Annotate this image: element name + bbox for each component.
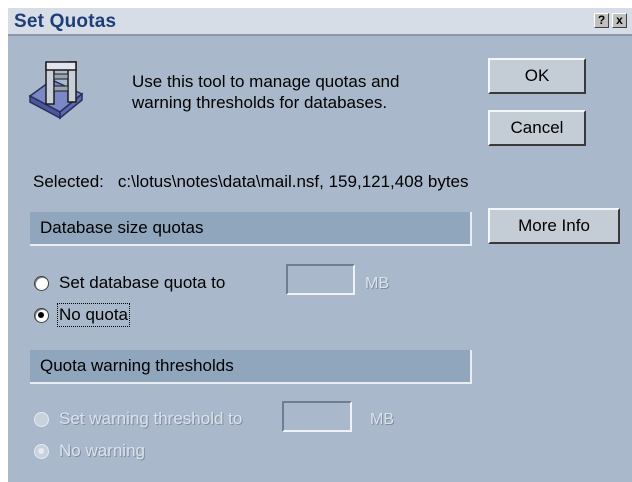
description-line-2: warning thresholds for databases. — [132, 93, 388, 112]
set-warning-option[interactable]: Set warning threshold to — [34, 408, 242, 430]
close-button[interactable]: x — [612, 13, 627, 28]
set-quotas-dialog: Set Quotas ? x Use this tool to manage q… — [8, 8, 632, 482]
no-warning-radio[interactable] — [34, 443, 49, 459]
warning-thresholds-header: Quota warning thresholds — [30, 350, 472, 384]
selected-database: Selected: c:\lotus\notes\data\mail.nsf, 1… — [33, 172, 469, 192]
set-quota-radio[interactable] — [34, 275, 49, 291]
set-quota-label: Set database quota to — [59, 273, 226, 292]
ok-button[interactable]: OK — [488, 58, 586, 94]
cancel-button[interactable]: Cancel — [488, 110, 586, 146]
no-warning-label: No warning — [59, 441, 145, 460]
window-title: Set Quotas — [14, 11, 117, 32]
quota-tool-icon — [28, 61, 84, 120]
no-quota-option[interactable]: No quota — [34, 303, 130, 327]
quota-size-input[interactable] — [286, 264, 355, 295]
set-warning-label: Set warning threshold to — [59, 409, 243, 428]
no-quota-radio[interactable] — [34, 307, 49, 323]
selected-value: c:\lotus\notes\data\mail.nsf, 159,121,40… — [117, 172, 469, 191]
set-warning-radio[interactable] — [34, 411, 49, 427]
no-warning-option[interactable]: No warning — [34, 440, 145, 462]
no-quota-label: No quota — [57, 303, 130, 327]
size-quotas-header: Database size quotas — [30, 212, 472, 246]
description-line-1: Use this tool to manage quotas and — [132, 72, 400, 91]
selected-label: Selected: — [33, 172, 104, 191]
quota-unit-label: MB — [365, 275, 389, 292]
more-info-button[interactable]: More Info — [488, 208, 620, 244]
help-button[interactable]: ? — [594, 13, 609, 28]
warning-unit-label: MB — [370, 411, 394, 428]
warning-threshold-input[interactable] — [282, 401, 352, 432]
tool-description: Use this tool to manage quotas and warni… — [132, 71, 472, 113]
title-bar[interactable]: Set Quotas ? x — [8, 8, 632, 36]
set-quota-option[interactable]: Set database quota to — [34, 272, 225, 294]
